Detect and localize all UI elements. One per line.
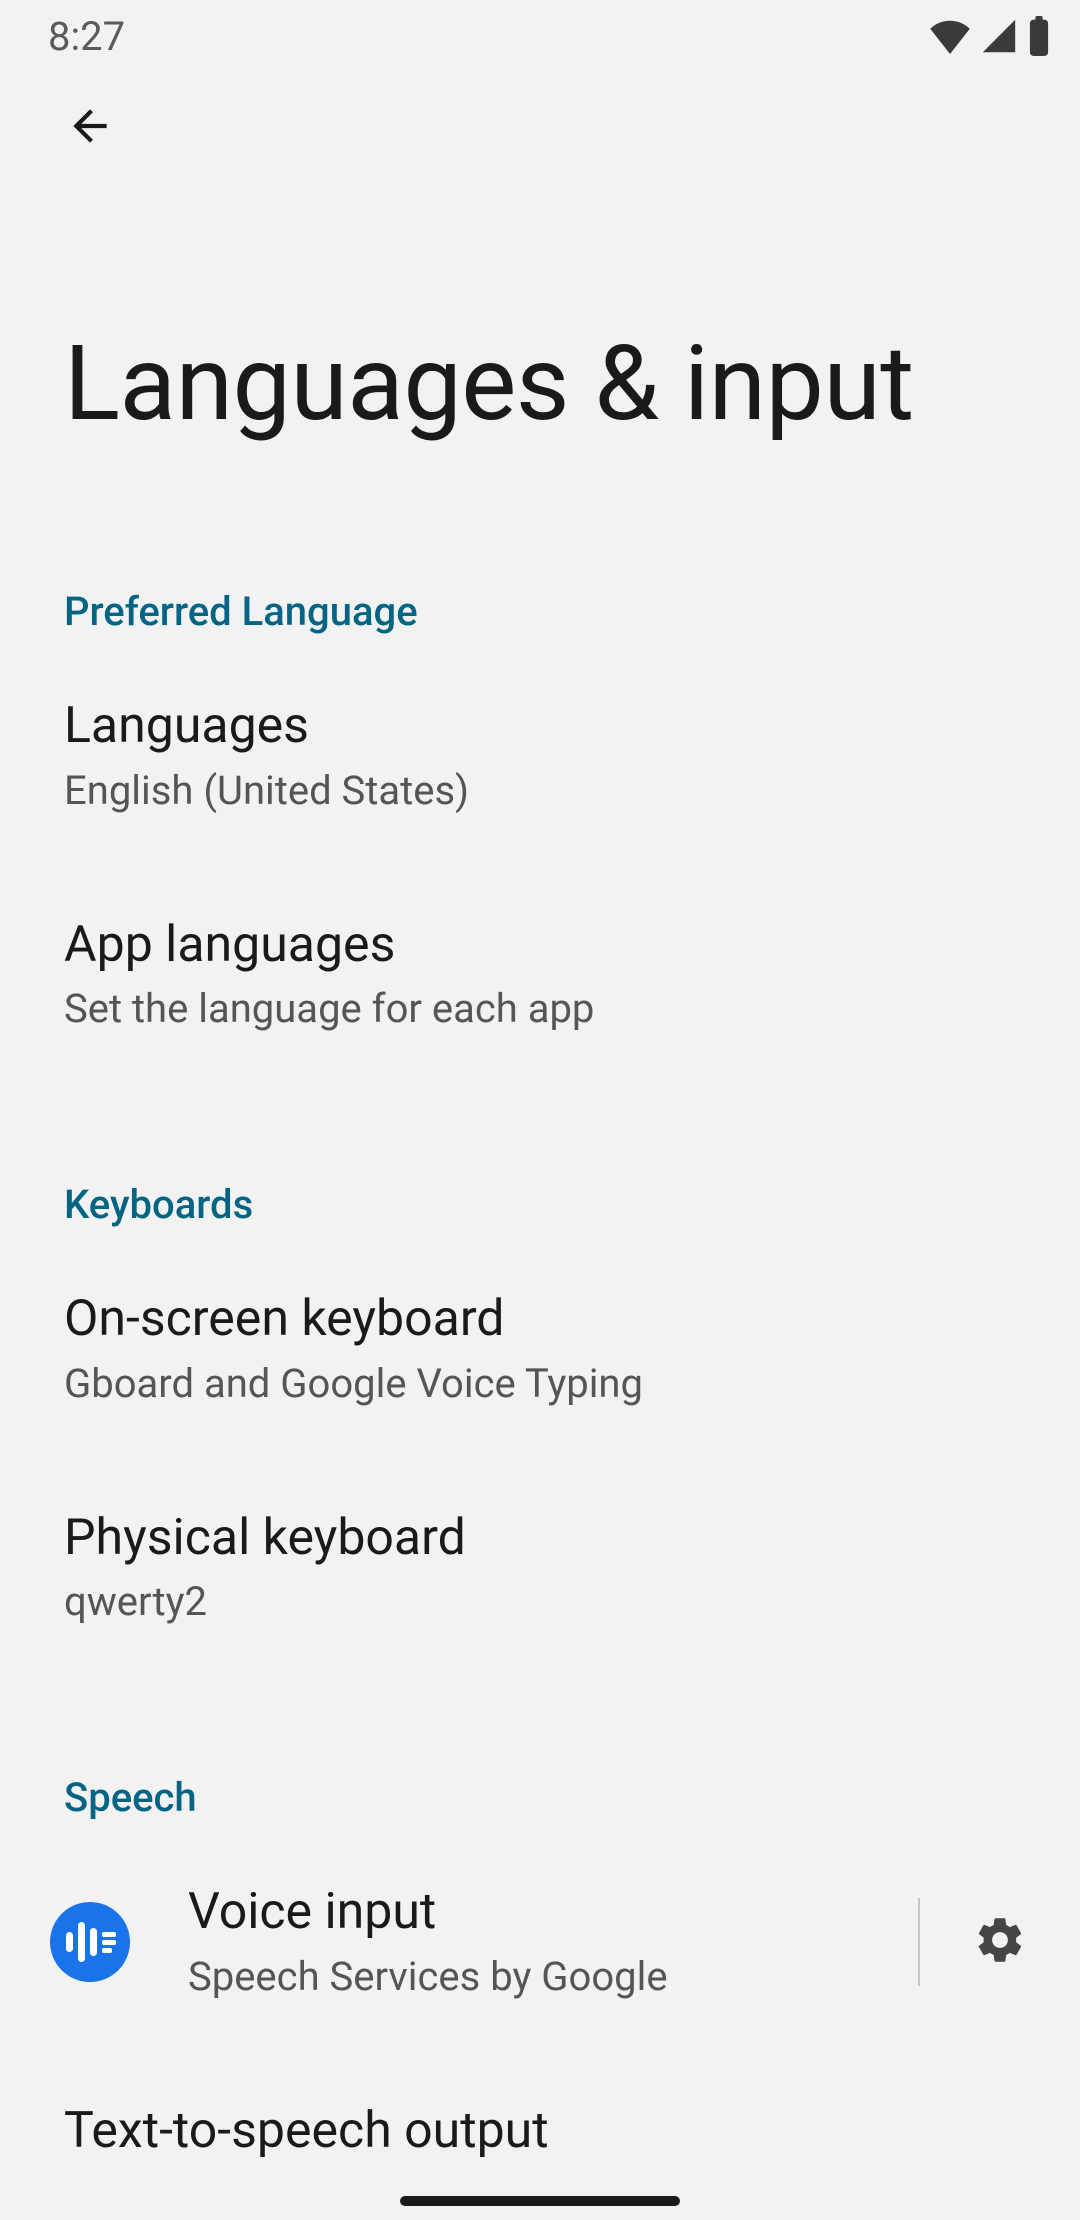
battery-icon	[1026, 16, 1052, 56]
status-bar: 8:27	[0, 0, 1080, 72]
section-header-speech: Speech	[0, 1761, 1080, 1833]
row-languages[interactable]: Languages English (United States)	[0, 647, 1080, 866]
cell-signal-icon	[980, 18, 1018, 54]
gesture-nav-handle[interactable]	[400, 2196, 680, 2206]
row-title: Text-to-speech output	[64, 2100, 1016, 2163]
row-subtitle: qwerty2	[64, 1569, 1016, 1629]
row-title: Languages	[64, 695, 1016, 758]
row-voice-input[interactable]: Voice input Speech Services by Google	[0, 1833, 1080, 2052]
row-title: On-screen keyboard	[64, 1288, 1016, 1351]
section-header-label: Keyboards	[64, 1181, 253, 1228]
back-arrow-icon	[65, 101, 115, 155]
row-title: App languages	[64, 914, 1016, 977]
back-button[interactable]	[54, 92, 126, 164]
voice-input-settings-button[interactable]	[960, 1902, 1040, 1982]
page-header: Languages & input	[0, 184, 1080, 575]
vertical-divider	[918, 1898, 920, 1986]
section-header-keyboards: Keyboards	[0, 1168, 1080, 1240]
section-header-label: Preferred Language	[64, 588, 418, 635]
row-on-screen-keyboard[interactable]: On-screen keyboard Gboard and Google Voi…	[0, 1240, 1080, 1459]
status-time: 8:27	[48, 13, 125, 60]
voice-assistant-icon	[50, 1902, 130, 1982]
row-title: Physical keyboard	[64, 1507, 1016, 1570]
row-text-to-speech[interactable]: Text-to-speech output	[0, 2052, 1080, 2211]
wifi-icon	[928, 18, 972, 54]
row-app-languages[interactable]: App languages Set the language for each …	[0, 866, 1080, 1085]
gear-icon	[973, 1913, 1027, 1971]
page-title: Languages & input	[64, 324, 1016, 445]
row-subtitle: English (United States)	[64, 758, 1016, 818]
row-subtitle: Speech Services by Google	[188, 1944, 878, 2004]
section-header-preferred-language: Preferred Language	[0, 575, 1080, 647]
row-physical-keyboard[interactable]: Physical keyboard qwerty2	[0, 1459, 1080, 1678]
status-right-icons	[928, 16, 1052, 56]
toolbar	[0, 72, 1080, 184]
row-title: Voice input	[188, 1881, 878, 1944]
row-subtitle: Gboard and Google Voice Typing	[64, 1351, 1016, 1411]
section-header-label: Speech	[64, 1774, 197, 1821]
row-subtitle: Set the language for each app	[64, 976, 1016, 1036]
